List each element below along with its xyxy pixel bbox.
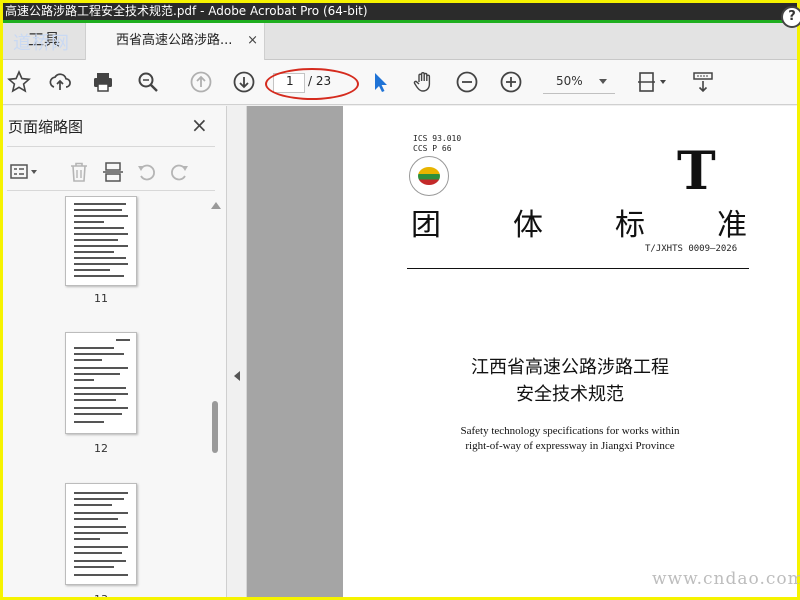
divider <box>7 190 215 191</box>
heading-char: 团 <box>411 208 441 243</box>
chevron-left-icon <box>234 371 240 381</box>
logo-emblem <box>418 167 440 185</box>
scrollbar-thumb[interactable] <box>212 401 218 453</box>
site-watermark-bottom: www.cndao.com <box>652 569 800 589</box>
rotate-right-icon[interactable] <box>165 158 193 186</box>
standard-mark: T <box>677 141 716 202</box>
thumbnail-scrollbar[interactable] <box>209 196 221 597</box>
thumbnail-page-number: 11 <box>94 292 108 305</box>
scroll-mode-icon[interactable] <box>689 68 717 96</box>
heading-char: 体 <box>513 208 543 243</box>
print-icon[interactable] <box>89 68 117 96</box>
panel-title: 页面缩略图 <box>8 118 84 136</box>
star-icon[interactable] <box>5 68 33 96</box>
scroll-up-icon[interactable] <box>211 202 221 209</box>
thumbnail-list: 11 12 <box>3 196 208 597</box>
title-cn-line: 安全技术规范 <box>516 384 624 405</box>
classification-codes: ICS 93.010 CCS P 66 <box>413 134 461 154</box>
thumbnail-page-number: 13 <box>65 593 137 597</box>
document-title-english: Safety technology specifications for wor… <box>343 424 797 454</box>
title-cn-line: 江西省高速公路涉路工程 <box>471 357 669 378</box>
trash-icon[interactable] <box>65 158 93 186</box>
heading-char: 准 <box>717 208 747 243</box>
panel-toolbar <box>3 152 218 192</box>
page-thumbnail[interactable] <box>65 196 137 286</box>
tab-bar: 工具 道桥网 西省高速公路涉路... × <box>3 23 797 60</box>
upload-icon[interactable] <box>46 68 74 96</box>
tab-document-label: 西省高速公路涉路... <box>116 33 233 48</box>
options-menu-icon[interactable] <box>7 158 43 186</box>
search-icon[interactable] <box>134 68 162 96</box>
divider <box>7 146 215 147</box>
zoom-select[interactable]: 50% <box>543 70 615 94</box>
thumbnail-page-number: 12 <box>94 442 108 455</box>
heading-rule <box>407 268 749 269</box>
heading-char: 标 <box>615 208 645 243</box>
page-up-icon[interactable] <box>187 68 215 96</box>
ics-code: ICS 93.010 <box>413 134 462 143</box>
toolbar <box>3 60 797 105</box>
highlight-annotation-oval <box>265 68 359 100</box>
page-thumbnail[interactable] <box>65 332 137 434</box>
page-fit-icon[interactable] <box>634 68 672 96</box>
zoom-in-icon[interactable] <box>497 68 525 96</box>
zoom-out-icon[interactable] <box>453 68 481 96</box>
select-cursor-icon[interactable] <box>367 68 395 96</box>
help-icon[interactable]: ? <box>781 6 800 28</box>
standard-code: T/JXHTS 0009—2026 <box>645 244 738 254</box>
document-heading: 团 体 标 准 <box>411 200 747 244</box>
zoom-value: 50% <box>556 74 583 88</box>
chevron-down-icon <box>599 79 607 84</box>
insert-page-icon[interactable] <box>99 158 127 186</box>
title-en-line: right-of-way of expressway in Jiangxi Pr… <box>465 440 675 452</box>
title-en-line: Safety technology specifications for wor… <box>460 425 680 437</box>
association-logo <box>409 156 449 196</box>
ccs-code: CCS P 66 <box>413 144 452 153</box>
pdf-page: ICS 93.010 CCS P 66 T 团 体 标 准 T/JXHTS 00… <box>343 106 797 597</box>
panel-close-icon[interactable]: × <box>191 113 208 137</box>
thumbnails-panel: 页面缩略图 × 11 12 <box>3 106 227 597</box>
tab-close-icon[interactable]: × <box>247 23 258 59</box>
rotate-left-icon[interactable] <box>133 158 161 186</box>
window-title: 高速公路涉路工程安全技术规范.pdf - Adobe Acrobat Pro (… <box>5 4 368 18</box>
site-watermark-top: 道桥网 <box>13 33 70 54</box>
document-title-chinese: 江西省高速公路涉路工程 安全技术规范 <box>343 354 797 408</box>
page-thumbnail[interactable] <box>65 483 137 585</box>
document-background <box>247 106 343 597</box>
tab-document[interactable]: 西省高速公路涉路... × <box>85 23 265 60</box>
hand-icon[interactable] <box>410 68 438 96</box>
page-down-icon[interactable] <box>230 68 258 96</box>
window-title-bar: 高速公路涉路工程安全技术规范.pdf - Adobe Acrobat Pro (… <box>3 3 797 20</box>
panel-collapse-handle[interactable] <box>228 106 247 597</box>
